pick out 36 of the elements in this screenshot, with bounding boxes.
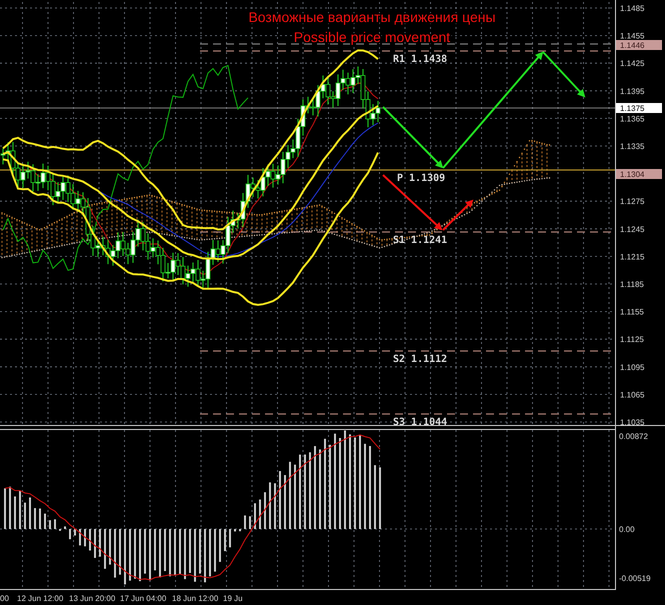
oscillator-axis-label: 0.00872 <box>619 432 648 441</box>
price-axis-label: 1.1035 <box>620 418 644 427</box>
price-tag-label: 1.1446 <box>620 41 644 50</box>
price-axis-label: 1.1245 <box>620 224 644 234</box>
chart-title: Возможные варианты движения цены <box>248 9 496 25</box>
price-axis-label: 1.1425 <box>620 59 644 68</box>
price-axis-label: 1.1365 <box>620 114 644 124</box>
pivot-level-label: S2 1.1112 <box>393 354 448 365</box>
price-tag <box>616 169 662 179</box>
oscillator-axis-label: -0.00519 <box>619 574 651 583</box>
time-axis-label: 00 <box>0 594 9 603</box>
price-axis-label: 1.1125 <box>620 335 644 344</box>
price-axis-label: 1.1215 <box>620 252 644 262</box>
price-axis-label: 1.1155 <box>620 308 644 317</box>
time-axis-label: 17 Jun 04:00 <box>120 594 166 603</box>
price-axis-label: 1.1485 <box>620 4 644 13</box>
pivot-level-label: S3 1.1044 <box>393 417 448 428</box>
time-axis-label: 19 Ju <box>223 594 243 603</box>
price-axis-label: 1.1065 <box>620 390 644 400</box>
price-axis-label: 1.1335 <box>620 142 644 151</box>
price-tag-label: 1.1304 <box>620 170 644 179</box>
price-tag <box>616 40 662 50</box>
price-axis-label: 1.1185 <box>620 280 644 289</box>
price-tag-label: 1.1375 <box>620 104 644 113</box>
time-axis-label: 12 Jun 12:00 <box>17 594 64 603</box>
price-tag <box>616 103 662 113</box>
price-axis-label: 1.1395 <box>620 86 644 96</box>
time-axis-label: 18 Jun 12:00 <box>172 594 218 603</box>
pivot-level-label: P 1.1309 <box>397 173 446 184</box>
oscillator-axis-label: 0.00 <box>619 525 635 534</box>
price-axis-label: 1.1095 <box>620 362 644 372</box>
chart-subtitle: Possible price movement <box>294 29 450 45</box>
price-axis-label: 1.1275 <box>620 197 644 206</box>
price-axis-label: 1.1455 <box>620 32 644 41</box>
time-axis-label: 13 Jun 20:00 <box>69 594 116 603</box>
pivot-level-label: R1 1.1438 <box>393 54 448 65</box>
